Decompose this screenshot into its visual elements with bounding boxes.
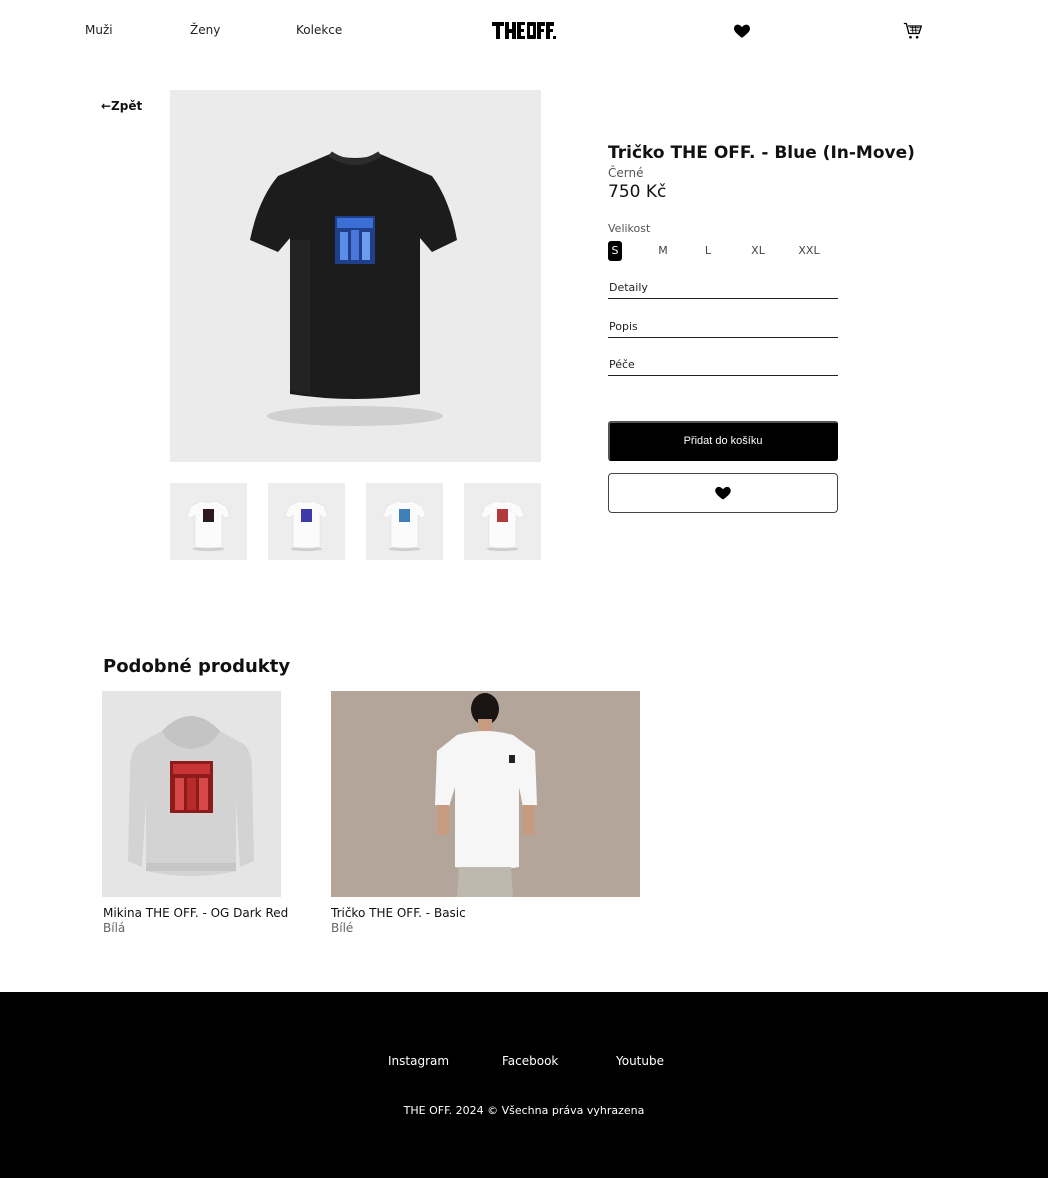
tshirt-image bbox=[250, 151, 457, 426]
size-label: Velikost bbox=[608, 222, 651, 235]
accordion-description[interactable]: Popis bbox=[608, 310, 838, 338]
similar-product-name[interactable]: Tričko THE OFF. - Basic bbox=[331, 906, 466, 920]
tshirt-thumbnail bbox=[382, 500, 427, 551]
accordion-description-label: Popis bbox=[609, 320, 638, 333]
accordion-care[interactable]: Péče bbox=[608, 348, 838, 376]
tshirt-thumbnail bbox=[480, 500, 525, 551]
site-header: Muži Ženy Kolekce bbox=[0, 0, 1048, 62]
hoodie-image bbox=[128, 716, 254, 876]
similar-product-image[interactable] bbox=[331, 691, 640, 897]
similar-products-title: Podobné produkty bbox=[103, 656, 291, 677]
similar-product-color: Bílá bbox=[103, 921, 126, 935]
product-main-image[interactable] bbox=[170, 90, 541, 462]
nav-link-collections[interactable]: Kolekce bbox=[296, 23, 342, 37]
footer-link-instagram[interactable]: Instagram bbox=[388, 1054, 449, 1068]
size-option-s[interactable]: S bbox=[608, 241, 622, 261]
product-thumbnail[interactable] bbox=[268, 483, 345, 560]
add-to-favorites-button[interactable] bbox=[608, 473, 838, 513]
similar-product-name[interactable]: Mikina THE OFF. - OG Dark Red bbox=[103, 906, 288, 920]
accordion-details-label: Detaily bbox=[609, 281, 648, 294]
add-to-cart-button[interactable]: Přidat do košíku bbox=[608, 421, 838, 461]
product-thumbnail[interactable] bbox=[464, 483, 541, 560]
size-option-xl[interactable]: XL bbox=[747, 241, 769, 261]
product-title: Tričko THE OFF. - Blue (In-Move) bbox=[608, 143, 915, 163]
similar-product-color: Bílé bbox=[331, 921, 354, 935]
accordion-care-label: Péče bbox=[609, 358, 635, 371]
lifestyle-image bbox=[435, 693, 537, 897]
accordion-details[interactable]: Detaily bbox=[608, 271, 838, 299]
tshirt-thumbnail bbox=[284, 500, 329, 551]
site-footer: Instagram Facebook Youtube THE OFF. 2024… bbox=[0, 992, 1048, 1178]
footer-link-facebook[interactable]: Facebook bbox=[502, 1054, 558, 1068]
product-thumbnail[interactable] bbox=[366, 483, 443, 560]
size-option-m[interactable]: M bbox=[654, 241, 672, 261]
product-color: Černé bbox=[608, 166, 644, 180]
heart-icon[interactable] bbox=[733, 22, 751, 40]
footer-link-youtube[interactable]: Youtube bbox=[616, 1054, 664, 1068]
product-price: 750 Kč bbox=[608, 182, 667, 202]
back-link[interactable]: ←Zpět bbox=[101, 99, 142, 113]
nav-link-men[interactable]: Muži bbox=[85, 23, 113, 37]
brand-logo[interactable] bbox=[492, 20, 556, 41]
product-thumbnail[interactable] bbox=[170, 483, 247, 560]
similar-product-image[interactable] bbox=[102, 691, 281, 897]
heart-icon bbox=[715, 486, 731, 500]
footer-copyright: THE OFF. 2024 © Všechna práva vyhrazena bbox=[403, 1104, 645, 1117]
cart-icon[interactable] bbox=[903, 21, 923, 41]
size-option-l[interactable]: L bbox=[700, 241, 716, 261]
nav-link-women[interactable]: Ženy bbox=[190, 23, 220, 37]
size-option-xxl[interactable]: XXL bbox=[795, 241, 823, 261]
tshirt-thumbnail bbox=[186, 500, 231, 551]
